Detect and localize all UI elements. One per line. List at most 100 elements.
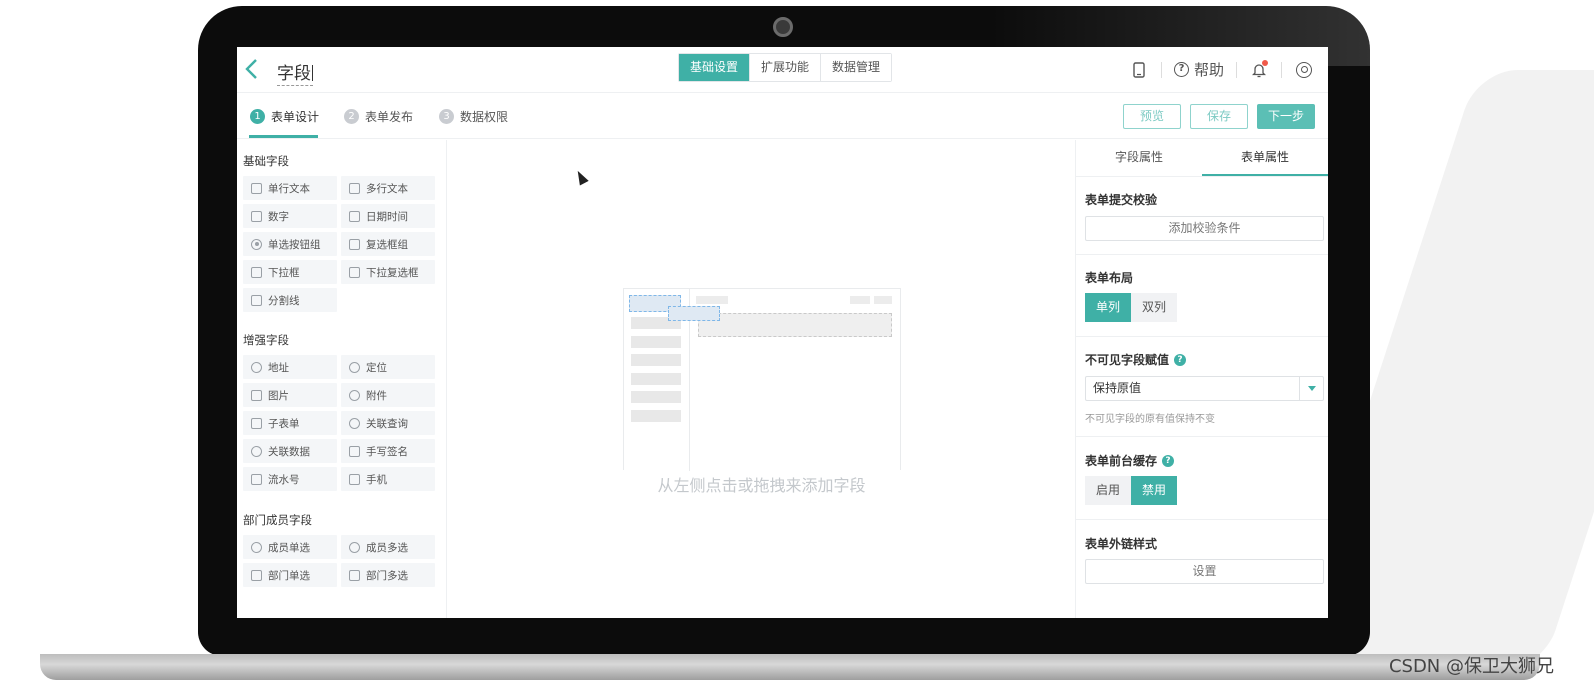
step-bar: 1 表单设计 2 表单发布 3 数据权限 预览 保存 下一步 [237, 93, 1328, 139]
field-department-single[interactable]: 部门单选 [243, 563, 337, 587]
help-button[interactable]: ? 帮助 [1173, 59, 1224, 80]
step-label: 表单设计 [271, 110, 320, 124]
help-label: 帮助 [1193, 61, 1224, 79]
step-number: 2 [344, 109, 359, 124]
field-dropdown[interactable]: 下拉框 [243, 260, 337, 284]
field-image[interactable]: 图片 [243, 383, 337, 407]
page-title[interactable]: 字段 [277, 59, 313, 86]
divider [1160, 61, 1162, 78]
question-icon[interactable]: ? [1174, 353, 1187, 366]
field-single-line-text[interactable]: 单行文本 [243, 176, 337, 200]
app-screen: 字段 基础设置 扩展功能 数据管理 ? 帮助 1 表单设计 2 表单发布 3 数… [237, 47, 1328, 618]
field-related-data[interactable]: 关联数据 [243, 439, 337, 463]
dropdown-icon [251, 266, 262, 278]
field-radio-group[interactable]: 单选按钮组 [243, 232, 337, 256]
step-form-design[interactable]: 1 表单设计 [250, 108, 319, 125]
link-data-icon [251, 445, 262, 457]
page-title-text: 字段 [277, 64, 311, 84]
preview-button[interactable]: 预览 [1123, 104, 1181, 129]
form-canvas[interactable]: 从左侧点击或拖拽来添加字段 [448, 140, 1075, 618]
field-department-multi[interactable]: 部门多选 [341, 563, 435, 587]
field-label: 关联查询 [366, 417, 408, 430]
field-datetime[interactable]: 日期时间 [341, 204, 435, 228]
field-label: 下拉复选框 [366, 266, 419, 279]
field-address[interactable]: 地址 [243, 355, 337, 379]
bell-icon[interactable] [1249, 59, 1269, 80]
field-label: 日期时间 [366, 210, 408, 223]
field-serial-number[interactable]: 流水号 [243, 467, 337, 491]
field-subform[interactable]: 子表单 [243, 411, 337, 435]
back-icon[interactable] [243, 57, 265, 81]
divider [1236, 61, 1237, 78]
tab-extensions[interactable]: 扩展功能 [750, 54, 822, 81]
external-link-settings-button[interactable]: 设置 [1085, 559, 1324, 584]
invisible-value-select[interactable]: 保持原值 [1085, 376, 1324, 401]
field-number[interactable]: 数字 [243, 204, 337, 228]
tab-field-properties[interactable]: 字段属性 [1076, 140, 1202, 176]
field-label: 部门单选 [268, 569, 310, 582]
tab-basic-settings[interactable]: 基础设置 [679, 54, 751, 81]
enhanced-field-grid: 地址 定位 图片 附件 子表单 关联查询 关联数据 手写签名 流水号 手机 [243, 355, 437, 491]
section-title-department-member: 部门成员字段 [243, 513, 312, 527]
field-signature[interactable]: 手写签名 [341, 439, 435, 463]
field-related-query[interactable]: 关联查询 [341, 411, 435, 435]
step-label: 表单发布 [365, 110, 414, 124]
field-label: 单行文本 [268, 182, 310, 195]
mobile-preview-icon[interactable] [1129, 60, 1149, 80]
field-label: 分割线 [268, 294, 300, 307]
field-member-multi[interactable]: 成员多选 [341, 535, 435, 559]
field-member-single[interactable]: 成员单选 [243, 535, 337, 559]
field-phone[interactable]: 手机 [341, 467, 435, 491]
field-dropdown-multi[interactable]: 下拉复选框 [341, 260, 435, 284]
notification-dot [1262, 59, 1268, 66]
multi-dropdown-icon [349, 266, 360, 278]
field-attachment[interactable]: 附件 [341, 383, 435, 407]
illustration-bar [631, 336, 681, 348]
help-icon: ? [1173, 62, 1189, 77]
illustration-topline [696, 296, 728, 304]
empty-state-illustration [623, 288, 901, 471]
radio-icon [251, 238, 262, 250]
subform-icon [251, 417, 262, 429]
cache-disable[interactable]: 禁用 [1131, 476, 1177, 505]
field-positioning[interactable]: 定位 [341, 355, 435, 379]
save-button[interactable]: 保存 [1190, 104, 1248, 129]
number-icon [251, 210, 262, 222]
field-label: 数字 [268, 210, 289, 223]
illustration-dragging-field [668, 306, 720, 321]
users-icon [349, 541, 360, 553]
field-multi-line-text[interactable]: 多行文本 [341, 176, 435, 200]
step-data-permission[interactable]: 3 数据权限 [439, 108, 508, 125]
chevron-down-icon[interactable] [1299, 377, 1323, 400]
text-field-icon [251, 182, 262, 194]
layout-single-column[interactable]: 单列 [1085, 293, 1131, 322]
invisible-value-note: 不可见字段的原有值保持不变 [1085, 414, 1215, 425]
illustration-bar [631, 410, 681, 422]
add-validation-button[interactable]: 添加校验条件 [1085, 216, 1324, 241]
field-checkbox-group[interactable]: 复选框组 [341, 232, 435, 256]
next-step-button[interactable]: 下一步 [1257, 104, 1315, 129]
layout-double-column[interactable]: 双列 [1131, 293, 1177, 322]
question-icon[interactable]: ? [1162, 454, 1175, 467]
cache-enable[interactable]: 启用 [1085, 476, 1131, 505]
field-label: 单选按钮组 [268, 238, 321, 251]
form-cache-label: 表单前台缓存? [1085, 452, 1175, 469]
phone-icon [349, 473, 360, 485]
label-text: 表单外链样式 [1085, 537, 1158, 551]
step-label: 数据权限 [460, 110, 509, 124]
tab-data-management[interactable]: 数据管理 [821, 54, 892, 81]
step-form-publish[interactable]: 2 表单发布 [344, 108, 413, 125]
top-right-tools: ? 帮助 [1129, 59, 1314, 80]
laptop-base [40, 654, 1540, 680]
field-label: 复选框组 [366, 238, 408, 251]
divider [1076, 436, 1328, 437]
image-icon [251, 389, 262, 401]
tab-form-properties[interactable]: 表单属性 [1202, 140, 1328, 176]
field-palette: 基础字段 单行文本 多行文本 数字 日期时间 单选按钮组 复选框组 下拉框 下拉… [237, 140, 447, 618]
canvas-empty-hint: 从左侧点击或拖拽来添加字段 [657, 476, 866, 495]
field-divider[interactable]: 分割线 [243, 288, 337, 312]
field-label: 手写签名 [366, 445, 408, 458]
illustration-bar [631, 354, 681, 366]
field-label: 流水号 [268, 473, 300, 486]
user-icon[interactable] [1294, 60, 1314, 80]
